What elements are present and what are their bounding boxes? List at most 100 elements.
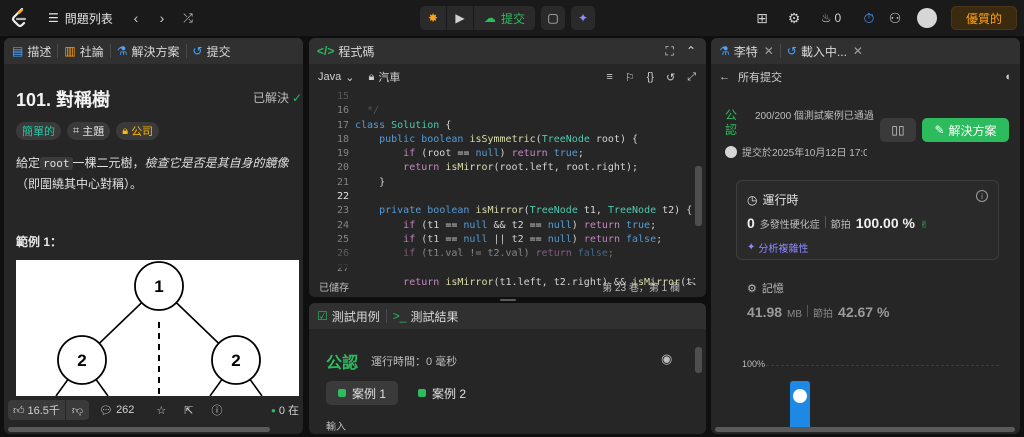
language-label: Java (318, 71, 342, 83)
case-tab-1[interactable]: 案例 1 (326, 381, 399, 405)
runtime-header: ◷ 運行時 (747, 191, 799, 208)
input-label: 輸入 (326, 422, 346, 433)
timer-icon[interactable]: ⏱ (860, 8, 878, 28)
debug-button[interactable]: ✸ (420, 6, 446, 30)
user-avatar[interactable] (917, 8, 937, 28)
close-icon[interactable]: ✕ (764, 44, 774, 58)
horizontal-scrollbar[interactable] (8, 427, 270, 432)
test-vertical-scrollbar[interactable] (695, 347, 702, 373)
description-tabs: ▤ 描述 ▥ 社論 ⚗ 解決方案 ↺ 提交 (4, 38, 303, 64)
tab-test-result[interactable]: >_ 測試結果 (387, 303, 465, 329)
tab-label: 解決方案 (131, 44, 180, 59)
user-marker-avatar (793, 389, 807, 403)
comments-button[interactable]: 💬︎ 262 (99, 404, 134, 417)
info-icon[interactable]: i (976, 190, 988, 202)
next-problem-icon[interactable]: › (154, 8, 170, 28)
online-dot-icon: ● (270, 405, 276, 415)
format-icon[interactable]: ≡ (606, 71, 612, 83)
tab-label: 測試結果 (410, 309, 459, 324)
line-number: 18 (336, 133, 349, 145)
line-number: 23 (336, 205, 349, 217)
desc-prefix: 給定 (16, 156, 41, 170)
tab-lite[interactable]: ⚗ 李特 ✕ (711, 38, 780, 64)
notes-button[interactable]: ▢ (541, 6, 566, 30)
clock-icon: ◷ (747, 192, 758, 207)
tab-editorial[interactable]: ▥ 社論 (58, 38, 109, 64)
solution-button[interactable]: ✎ 解決方案 (922, 118, 1009, 142)
collapse-icon[interactable]: ⌃ (686, 44, 696, 58)
bug-icon: ✸ (427, 11, 439, 25)
tab-submissions[interactable]: ↺ 提交 (187, 38, 237, 64)
panel-resize-handle[interactable] (500, 299, 516, 301)
memory-header[interactable]: ⚙ 記憶 (747, 280, 784, 296)
shuffle-icon[interactable]: ⤮ (180, 8, 196, 28)
problem-list-label: 問題列表 (64, 11, 113, 26)
gear-icon[interactable]: ⚙ (786, 8, 802, 28)
solved-label: 已解決 (253, 91, 290, 105)
tab-loading[interactable]: ↺ 載入中... ✕ (781, 38, 869, 64)
analyze-complexity-link[interactable]: ✦ 分析複雜性 (747, 240, 808, 255)
case-tabs: 案例 1 案例 2 (326, 381, 478, 405)
saved-status: 已儲存 (319, 282, 349, 294)
theme-icon[interactable]: ◐ (1005, 71, 1012, 83)
favorite-button[interactable]: ☆ (156, 404, 166, 417)
ai-button[interactable]: ✦ (571, 6, 596, 30)
fullscreen-icon[interactable]: ⛶ (666, 44, 674, 59)
layout-icon[interactable]: ⊞ (754, 8, 770, 28)
check-circle-icon: ✓ (292, 90, 303, 105)
pass-dot-icon (418, 389, 427, 397)
close-icon[interactable]: ✕ (853, 44, 863, 58)
checkbox-icon: ☑ (317, 309, 328, 323)
like-button[interactable]: 👍︎ 16.5千 (8, 400, 65, 420)
testcases-passed: 200/200 個測試案例已通過 (755, 111, 874, 122)
bookmark-icon[interactable]: ⚐ (625, 71, 635, 84)
runtime-beats: 100.00 % (855, 215, 915, 231)
braces-icon[interactable]: {} (647, 71, 654, 83)
memory-value: 41.98 (747, 304, 783, 320)
line-number: 21 (336, 176, 349, 188)
problem-list-button[interactable]: ☰ 問題列表 (48, 8, 113, 28)
topics-tag[interactable]: ⌗ 主題 (67, 122, 111, 140)
chart-gridline (766, 365, 999, 366)
premium-button[interactable]: 優質的 (951, 6, 1017, 30)
case-label: 案例 1 (352, 386, 387, 401)
language-select[interactable]: Java ⌄ (318, 71, 354, 84)
problem-footer: 👍︎ 16.5千 👎︎ 💬︎ 262 ☆ ⇱ ⓘ ● 0 在 (4, 396, 303, 424)
share-button[interactable]: ⇱ (184, 404, 193, 417)
example-heading: 範例 1： (16, 235, 63, 249)
bracket-icon[interactable]: ⌒ (686, 279, 696, 294)
expand-icon[interactable]: ⤢ (687, 71, 696, 84)
reset-icon[interactable]: ↺ (666, 71, 675, 84)
horizontal-scrollbar[interactable] (715, 427, 1015, 432)
test-panel: ☑ 測試用例 >_ 測試結果 公認 運行時間：0 毫秒 ◉ 案例 1 案例 2 … (309, 303, 706, 434)
dislike-button[interactable]: 👎︎ (65, 400, 90, 420)
run-button[interactable]: ▶ (447, 6, 473, 30)
tab-label: 測試用例 (331, 309, 380, 324)
test-runtime: 運行時間：0 毫秒 (371, 356, 458, 368)
document-icon: ▤ (12, 44, 24, 58)
tab-description[interactable]: ▤ 描述 (4, 38, 57, 64)
streak-counter[interactable]: ♨ 0 (816, 8, 846, 28)
case-tab-2[interactable]: 案例 2 (406, 381, 478, 405)
runtime-card[interactable]: ◷ 運行時 i 0 多發性硬化症 節拍 100.00 % ✌ ✦ 分析複雜性 (736, 180, 999, 260)
help-button[interactable]: ⓘ (212, 402, 223, 418)
tree-node-left: 2 (77, 351, 86, 370)
leetcode-logo[interactable] (10, 8, 30, 28)
tab-solutions[interactable]: ⚗ 解決方案 (111, 38, 186, 64)
company-tag[interactable]: 🔒︎ 公司 (116, 122, 160, 140)
back-to-submissions[interactable]: ← 所有提交 ◐ (711, 64, 1020, 90)
note-icon: ▢ (547, 11, 559, 25)
tab-label: 描述 (27, 44, 52, 59)
memory-unit: MB (787, 309, 803, 320)
prev-problem-icon[interactable]: ‹ (128, 8, 144, 28)
tab-testcase[interactable]: ☑ 測試用例 (309, 303, 386, 329)
editorial-button[interactable]: ▯▯ (880, 118, 916, 142)
add-user-icon[interactable]: ⚇ (886, 8, 904, 28)
submission-status: 公認 (725, 108, 738, 137)
submit-button[interactable]: ☁ 提交 (474, 6, 536, 30)
tree-node-right: 2 (231, 351, 240, 370)
online-count: ● 0 在 (271, 402, 299, 418)
code-vertical-scrollbar[interactable] (695, 166, 702, 226)
eye-icon[interactable]: ◉ (661, 351, 672, 367)
test-result-status: 公認 (326, 355, 359, 372)
